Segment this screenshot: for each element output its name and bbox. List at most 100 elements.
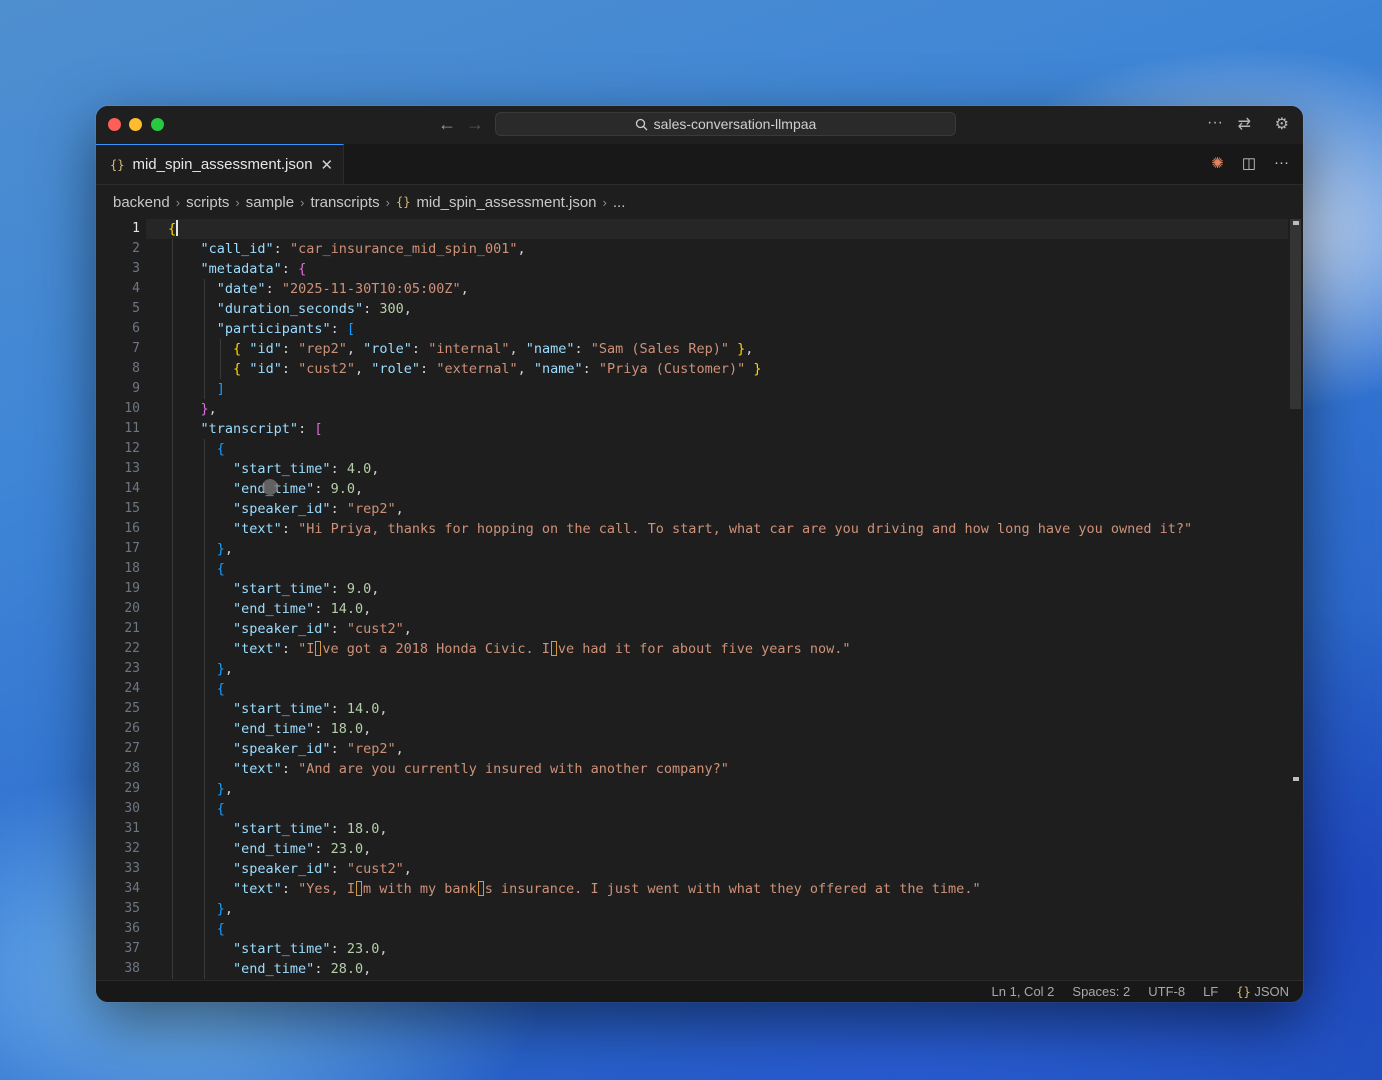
code-line[interactable]: "metadata": { [168,259,307,279]
code-line[interactable]: "transcript": [ [168,419,323,439]
indentation[interactable]: Spaces: 2 [1072,984,1130,999]
code-line[interactable]: }, [168,659,233,679]
breadcrumb-item[interactable]: transcripts [310,194,379,211]
code-line[interactable]: "call_id": "car_insurance_mid_spin_001", [168,239,526,259]
editor-scrollbar[interactable] [1289,219,1303,979]
code-line[interactable]: "text": "Hi Priya, thanks for hopping on… [168,519,1192,539]
line-number: 14 [124,481,140,496]
line-number: 22 [124,641,140,656]
code-line[interactable]: "end_time": 28.0, [168,959,371,979]
scroll-marker [1293,221,1299,225]
json-braces-icon: {} [110,157,125,172]
chevron-right-icon: › [235,194,240,210]
code-line[interactable]: { [168,679,225,699]
zoom-window-button[interactable] [151,118,164,131]
breadcrumb-item[interactable]: sample [246,194,294,211]
code-line[interactable]: "end_time": 23.0, [168,839,371,859]
code-line[interactable]: "speaker_id": "cust2", [168,619,412,639]
line-number: 31 [124,821,140,836]
code-line[interactable]: "participants": [ [168,319,355,339]
line-number: 5 [132,301,140,316]
line-number: 17 [124,541,140,556]
code-line[interactable]: }, [168,899,233,919]
code-area[interactable]: { "call_id": "car_insurance_mid_spin_001… [168,219,1288,979]
line-number: 36 [124,921,140,936]
line-number: 38 [124,961,140,976]
close-icon[interactable]: ✕ [321,156,334,174]
line-number: 29 [124,781,140,796]
code-editor[interactable]: 1 2 3 4 5 6 7 8 9 10 11 12 13 14 15 16 17 18 19 20 21 22 23 24 2… [96,219,1303,979]
code-line[interactable]: }, [168,779,233,799]
breadcrumb-item[interactable]: mid_spin_assessment.json [416,194,596,211]
line-number: 15 [124,501,140,516]
language-mode[interactable]: {} JSON [1236,984,1289,999]
encoding[interactable]: UTF-8 [1148,984,1185,999]
arrow-right-icon[interactable]: → [466,114,484,135]
line-number: 1 [132,221,140,236]
line-number: 19 [124,581,140,596]
code-line[interactable]: "end_time": 14.0, [168,599,371,619]
code-line[interactable]: "speaker_id": "rep2", [168,499,404,519]
scroll-marker [1293,777,1299,781]
arrow-left-icon[interactable]: ← [438,114,456,135]
line-number: 28 [124,761,140,776]
code-line[interactable]: { [168,919,225,939]
minimize-window-button[interactable] [129,118,142,131]
line-number: 13 [124,461,140,476]
more-actions-icon[interactable]: ··· [1274,154,1289,172]
code-line[interactable]: { [168,799,225,819]
line-number: 10 [124,401,140,416]
cursor-position[interactable]: Ln 1, Col 2 [992,984,1055,999]
code-line[interactable]: }, [168,399,217,419]
code-line[interactable]: "date": "2025-11-30T10:05:00Z", [168,279,469,299]
code-line[interactable]: ] [168,379,225,399]
code-line[interactable]: "start_time": 18.0, [168,819,387,839]
spark-icon[interactable]: ✺ [1211,154,1224,172]
code-line[interactable]: { "id": "cust2", "role": "external", "na… [168,359,761,379]
breadcrumb-item[interactable]: scripts [186,194,229,211]
code-line[interactable]: "duration_seconds": 300, [168,299,412,319]
code-line[interactable]: { [168,439,225,459]
chevron-right-icon: › [602,194,607,210]
code-line[interactable]: "start_time": 14.0, [168,699,387,719]
line-number: 3 [132,261,140,276]
mouse-pointer [262,479,278,495]
breadcrumb-item[interactable]: backend [113,194,170,211]
search-text: sales-conversation-llmpaa [653,116,817,132]
code-line[interactable]: "text": "I ve got a 2018 Honda Civic. Ive… [168,639,851,659]
code-line[interactable]: "end_time": 18.0, [168,719,371,739]
title-bar: ← → sales-conversation-llmpaa ··· ⇄ ⚙ [96,106,1303,145]
code-line[interactable]: "speaker_id": "cust2", [168,859,412,879]
code-line[interactable]: { [168,219,179,239]
tab-mid-spin-assessment[interactable]: {} mid_spin_assessment.json ✕ [96,144,344,184]
code-line[interactable]: "start_time": 9.0, [168,579,379,599]
line-number: 37 [124,941,140,956]
scrollbar-thumb[interactable] [1290,219,1301,409]
swap-icon[interactable]: ⇄ [1238,114,1251,134]
line-number: 33 [124,861,140,876]
command-center-search[interactable]: sales-conversation-llmpaa [495,112,956,136]
chevron-right-icon: › [300,194,305,210]
line-number: 21 [124,621,140,636]
close-window-button[interactable] [108,118,121,131]
code-line[interactable]: "start_time": 4.0, [168,459,379,479]
gear-icon[interactable]: ⚙ [1275,114,1289,134]
breadcrumb-item[interactable]: ... [613,194,626,211]
line-number: 35 [124,901,140,916]
code-line[interactable]: "text": "And are you currently insured w… [168,759,729,779]
code-line[interactable]: "text": "Yes, Im with my bank s insurance… [168,879,981,899]
code-line[interactable]: { [168,559,225,579]
line-number: 23 [124,661,140,676]
line-ending[interactable]: LF [1203,984,1218,999]
json-braces-icon: {} [395,195,411,209]
code-line[interactable]: { "id": "rep2", "role": "internal", "nam… [168,339,753,359]
more-icon[interactable]: ··· [1207,114,1223,132]
line-number-gutter: 1 2 3 4 5 6 7 8 9 10 11 12 13 14 15 16 17 18 19 20 21 22 23 24 2… [96,219,146,979]
code-line[interactable]: "speaker_id": "rep2", [168,739,404,759]
code-line[interactable]: }, [168,539,233,559]
line-number: 7 [132,341,140,356]
split-editor-icon[interactable]: ◫ [1242,154,1256,172]
line-number: 11 [124,421,140,436]
chevron-right-icon: › [175,194,181,210]
code-line[interactable]: "start_time": 23.0, [168,939,387,959]
